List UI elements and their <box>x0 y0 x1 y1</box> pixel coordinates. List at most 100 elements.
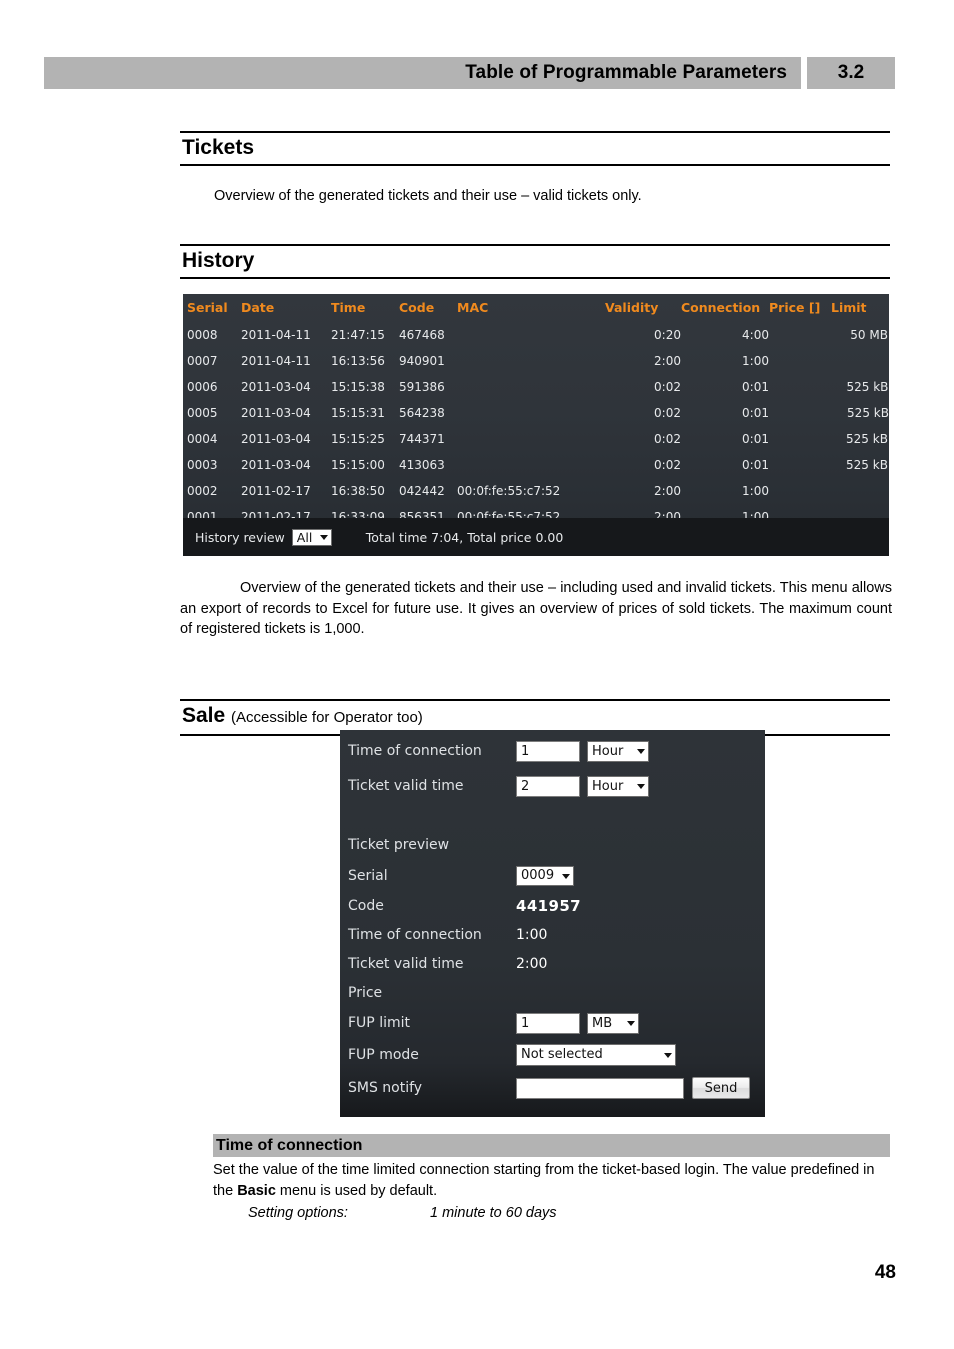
select-fup-mode[interactable]: Not selected <box>516 1044 676 1066</box>
cell-serial: 0005 <box>187 406 218 420</box>
cell-time: 16:13:56 <box>331 354 385 368</box>
cell-connection: 0:01 <box>742 432 769 446</box>
cell-serial: 0002 <box>187 484 218 498</box>
param-heading-text: Time of connection <box>216 1136 363 1154</box>
col-header-limit: Limit <box>831 300 867 315</box>
cell-serial: 0008 <box>187 328 218 342</box>
running-header: Table of Programmable Parameters 3.2 <box>44 57 895 89</box>
cell-mac <box>457 452 597 478</box>
cell-limit: 525 kB D <box>846 458 889 472</box>
cell-connection: 0:01 <box>742 380 769 394</box>
section-heading-history: History <box>180 244 890 279</box>
page-number: 48 <box>874 1262 896 1283</box>
history-review-label: History review <box>195 529 285 545</box>
cell-validity: 0:20 <box>654 328 681 342</box>
sale-row-serial: Serial 0009 <box>348 863 757 889</box>
cell-price <box>769 478 831 504</box>
sale-row-fup-limit: FUP limit MB <box>348 1010 757 1036</box>
cell-date: 2011-04-11 <box>241 354 311 368</box>
table-row[interactable]: 0006 2011-03-04 15:15:38 591386 0:02 0:0… <box>183 374 889 400</box>
cell-code: 744371 <box>399 432 445 446</box>
header-section-number: 3.2 <box>837 62 865 83</box>
tickets-paragraph: Overview of the generated tickets and th… <box>214 188 642 204</box>
sale-row-preview-ticket-valid-time: Ticket valid time 2:00 <box>348 951 757 977</box>
setting-options-value: 1 minute to 60 days <box>430 1205 557 1221</box>
cell-validity: 2:00 <box>654 484 681 498</box>
cell-time: 15:15:31 <box>331 406 385 420</box>
input-sms-notify[interactable] <box>516 1077 684 1099</box>
cell-serial: 0004 <box>187 432 218 446</box>
col-header-time: Time <box>331 300 366 315</box>
table-row[interactable]: 0007 2011-04-11 16:13:56 940901 2:00 1:0… <box>183 348 889 374</box>
sale-row-ticket-preview: Ticket preview <box>348 832 757 858</box>
table-row[interactable]: 0004 2011-03-04 15:15:25 744371 0:02 0:0… <box>183 426 889 452</box>
table-row[interactable]: 0005 2011-03-04 15:15:31 564238 0:02 0:0… <box>183 400 889 426</box>
table-row[interactable]: 0003 2011-03-04 15:15:00 413063 0:02 0:0… <box>183 452 889 478</box>
label-ticket-valid-time: Ticket valid time <box>348 778 464 794</box>
cell-time: 16:38:50 <box>331 484 385 498</box>
cell-limit: 525 kB B <box>847 406 889 420</box>
history-totals-text: Total time 7:04, Total price 0.00 <box>365 529 564 545</box>
col-header-code: Code <box>399 300 435 315</box>
tickets-heading-text: Tickets <box>182 136 254 159</box>
label-time-of-connection: Time of connection <box>348 743 482 759</box>
cell-validity: 0:02 <box>654 432 681 446</box>
label-fup-limit: FUP limit <box>348 1015 410 1031</box>
chevron-down-icon <box>664 1052 672 1058</box>
cell-time: 15:15:25 <box>331 432 385 446</box>
sale-row-time-of-connection: Time of connection Hour <box>348 738 757 764</box>
cell-validity: 0:02 <box>654 406 681 420</box>
select-fup-limit-unit[interactable]: MB <box>587 1012 639 1034</box>
cell-date: 2011-03-04 <box>241 406 311 420</box>
chevron-down-icon <box>637 748 645 754</box>
chevron-down-icon <box>627 1020 635 1026</box>
value-code: 441957 <box>516 897 582 915</box>
cell-code: 042442 <box>399 484 445 498</box>
history-screenshot-panel: Serial Date Time Code MAC Validity Conne… <box>183 294 889 556</box>
value-preview-ticket-valid-time: 2:00 <box>516 956 548 972</box>
select-time-of-connection-unit-value: Hour <box>592 743 624 759</box>
sale-heading-suffix: (Accessible for Operator too) <box>231 709 423 726</box>
cell-mac <box>457 426 597 452</box>
history-review-select-value: All <box>296 529 313 545</box>
cell-price <box>769 400 831 426</box>
history-heading-text: History <box>182 249 255 272</box>
param-body-bold: Basic <box>237 1182 276 1199</box>
input-ticket-valid-time[interactable] <box>516 775 580 797</box>
cell-code: 467468 <box>399 328 445 342</box>
table-row[interactable]: 0002 2011-02-17 16:38:50 042442 00:0f:fe… <box>183 478 889 504</box>
value-preview-time-of-connection: 1:00 <box>516 927 548 943</box>
cell-mac <box>457 348 597 374</box>
cell-code: 591386 <box>399 380 445 394</box>
cell-price <box>769 452 831 478</box>
history-review-select[interactable]: All <box>291 528 332 546</box>
param-heading-block: Time of connection <box>213 1134 890 1157</box>
col-header-serial: Serial <box>187 300 228 315</box>
cell-code: 940901 <box>399 354 445 368</box>
col-header-date: Date <box>241 300 275 315</box>
cell-price <box>769 348 831 374</box>
input-time-of-connection[interactable] <box>516 740 580 762</box>
cell-price <box>769 374 831 400</box>
label-sms-notify: SMS notify <box>348 1080 423 1096</box>
send-button[interactable]: Send <box>692 1077 750 1099</box>
history-table-body: 0008 2011-04-11 21:47:15 467468 0:20 4:0… <box>183 322 889 530</box>
cell-time: 15:15:00 <box>331 458 385 472</box>
input-fup-limit[interactable] <box>516 1012 580 1034</box>
select-fup-limit-unit-value: MB <box>592 1015 613 1031</box>
header-title-bar: Table of Programmable Parameters <box>44 57 801 89</box>
col-header-connection: Connection <box>681 300 761 315</box>
select-ticket-valid-time-unit[interactable]: Hour <box>587 775 649 797</box>
history-footer: History review All Total time 7:04, Tota… <box>183 518 889 556</box>
select-time-of-connection-unit[interactable]: Hour <box>587 740 649 762</box>
table-row[interactable]: 0008 2011-04-11 21:47:15 467468 0:20 4:0… <box>183 322 889 348</box>
cell-connection: 0:01 <box>742 458 769 472</box>
param-body-text: Set the value of the time limited connec… <box>213 1160 893 1201</box>
section-heading-tickets: Tickets <box>180 131 890 166</box>
cell-price <box>769 322 831 348</box>
cell-date: 2011-04-11 <box>241 328 311 342</box>
label-ticket-preview: Ticket preview <box>348 837 450 853</box>
label-serial: Serial <box>348 868 388 884</box>
select-serial-value: 0009 <box>521 868 555 883</box>
select-serial[interactable]: 0009 <box>516 866 574 886</box>
